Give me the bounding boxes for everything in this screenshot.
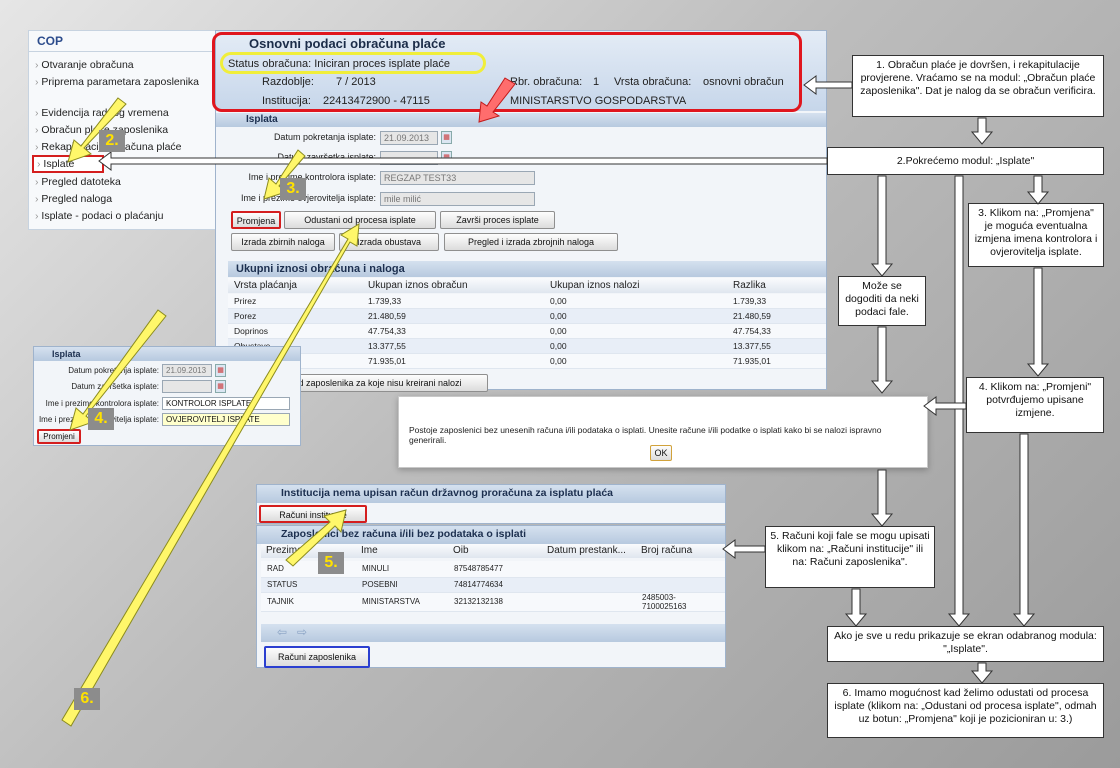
step-badge-3: 3. [280, 178, 306, 200]
zavrsi-button[interactable]: Završi proces isplate [440, 211, 555, 229]
column-header: Broj računa [641, 545, 693, 556]
arrow-5-ako [844, 588, 868, 627]
datum-zavrsetka-label: Datum završetka isplate: [277, 152, 376, 162]
small-isplata-header: Isplata [34, 347, 300, 361]
arrow-right-icon[interactable]: ⇨ [297, 625, 307, 639]
ukupni-table-header: Vrsta plaćanja Ukupan iznos obračun Ukup… [228, 278, 826, 293]
sidebar-item-pregled-datoteka[interactable]: › Pregled datoteka [35, 176, 121, 188]
small-kontrolor-label: Ime i prezime kontrolora isplate: [45, 399, 159, 408]
step-badge-5: 5. [318, 552, 344, 574]
note-step-3: 3. Klikom na: „Promjena" je moguća event… [968, 203, 1104, 267]
sidebar-title: COP [37, 34, 64, 48]
warning-dialog: Postoje zaposlenici bez unesenih računa … [398, 396, 928, 468]
datum-pokretanja-label: Datum pokretanja isplate: [273, 132, 376, 142]
step-badge-2: 2. [99, 130, 125, 152]
ok-button[interactable]: OK [650, 445, 672, 461]
pregled-zbrojnih-button[interactable]: Pregled i izrada zbrojnih naloga [444, 233, 618, 251]
sidebar-item-isplate-placanje[interactable]: › Isplate - podaci o plaćanju [35, 210, 163, 222]
sidebar-item-isplate[interactable]: › Isplate [32, 155, 104, 173]
table-row[interactable]: Obustave13.377,550,0013.377,55 [228, 338, 826, 354]
kontrolor-input[interactable]: REGZAP TEST33 [380, 171, 535, 185]
arrow-4-to-dialog [923, 396, 967, 416]
small-kontrolor-input[interactable]: KONTROLOR ISPLATE [162, 397, 290, 410]
racuni-zaposlenika-button[interactable]: Računi zaposlenika [264, 646, 370, 668]
column-header: Prezime [266, 545, 303, 556]
sidebar-item-priprema[interactable]: › Priprema parametara zaposlenika [35, 76, 210, 89]
zaposlenici-panel: Zaposlenici bez računa i/ili bez podatak… [256, 525, 726, 668]
racuni-institucije-button[interactable]: Računi institucije [259, 505, 367, 523]
calendar-icon[interactable]: ▦ [215, 364, 226, 377]
note-step-6: 6. Imamo mogućnost kad želimo odustati o… [827, 683, 1104, 738]
column-header: Razlika [733, 280, 766, 291]
dialog-message: Postoje zaposlenici bez unesenih računa … [409, 425, 882, 445]
note-step-4: 4. Klikom na: „Promjeni" potvrđujemo upi… [966, 377, 1104, 433]
promjeni-button[interactable]: Promjeni [37, 429, 81, 444]
small-datum-pokretanja-label: Datum pokretanja isplate: [68, 366, 159, 375]
isplata-section-header: Isplata [216, 113, 826, 127]
column-header: Vrsta plaćanja [234, 280, 297, 291]
highlight-yellow-status [220, 52, 486, 74]
calendar-icon[interactable]: ▦ [441, 131, 452, 144]
small-datum-pokretanja-input[interactable]: 21.09.2013 [162, 364, 212, 377]
note-step-1: 1. Obračun plaće je dovršen, i rekapitul… [852, 55, 1104, 117]
institucija-header: Institucija nema upisan račun državnog p… [257, 485, 725, 503]
datum-zavrsetka-input[interactable] [380, 151, 438, 165]
arrow-3-4 [1026, 267, 1050, 377]
datum-pokretanja-input[interactable]: 21.09.2013 [380, 131, 438, 145]
table-row[interactable]: TAJNIK MINISTARSTVA 32132132138 2485003-710… [261, 592, 725, 612]
table-row[interactable]: Doprinos 47.754,33 0,00 47.754,33 [228, 323, 826, 339]
calendar-icon[interactable]: ▦ [215, 380, 226, 393]
small-datum-zavrsetka-label: Datum završetka isplate: [71, 382, 159, 391]
zbirni-nalozi-button[interactable]: Izrada zbirnih naloga [231, 233, 335, 251]
column-header: Ukupan iznos obračun [368, 280, 468, 291]
arrow-4-ako [1012, 433, 1036, 627]
arrow-5-to-panel [722, 539, 766, 559]
sidebar-item-pregled-naloga[interactable]: › Pregled naloga [35, 193, 112, 205]
small-datum-zavrsetka-input[interactable] [162, 380, 212, 393]
sidebar-item-evidencija[interactable]: › Evidencija radnog vremena [35, 107, 169, 119]
column-header: Ime [361, 545, 378, 556]
note-step-2: 2.Pokrećemo modul: „Isplate" [827, 147, 1104, 175]
table-row[interactable]: Porez 21.480,59 0,00 21.480,59 [228, 308, 826, 324]
obustava-button[interactable]: Izrada obustava [339, 233, 439, 251]
ovjerovitelj-input[interactable]: mile milić [380, 192, 535, 206]
arrow-left-icon[interactable]: ⇦ [277, 625, 287, 639]
note-moze: Može se dogoditi da neki podaci fale. [838, 276, 926, 326]
pager-bar: ⇦ ⇨ [261, 624, 725, 642]
promjena-button[interactable]: Promjena [231, 211, 281, 229]
step-badge-4: 4. [88, 408, 114, 430]
calendar-icon[interactable]: ▦ [441, 151, 452, 164]
note-step-5: 5. Računi koji fale se mogu upisati klik… [765, 526, 935, 588]
small-ovjerovitelj-input[interactable]: OVJEROVITELJ ISPLATE [162, 413, 290, 426]
sidebar-item-otvaranje[interactable]: › Otvaranje obračuna [35, 59, 134, 71]
ukupni-section-header: Ukupni iznosi obračuna i naloga [228, 261, 826, 277]
column-header: Ukupan iznos nalozi [550, 280, 640, 291]
arrow-dialog-down [870, 469, 894, 527]
ukupni-table: Prirez 1.739,33 0,00 1.739,33 Porez 21.480,5… [228, 294, 826, 369]
zaposlenici-header: Zaposlenici bez računa i/ili bez podatak… [257, 526, 725, 544]
table-row[interactable]: Neto iznosi71.935,010,0071.935,01 [228, 353, 826, 369]
column-header: Datum prestank... [547, 545, 626, 556]
odustani-button[interactable]: Odustani od procesa isplate [284, 211, 436, 229]
table-row[interactable]: Prirez 1.739,33 0,00 1.739,33 [228, 294, 826, 309]
small-isplata-panel: Isplata Datum pokretanja isplate: 21.09.… [33, 346, 301, 446]
arrow-2-3 [1026, 175, 1050, 205]
column-header: Oib [453, 545, 469, 556]
note-ako: Ako je sve u redu prikazuje se ekran oda… [827, 626, 1104, 662]
table-row[interactable]: STATUS POSEBNI 74814774634 [261, 577, 725, 593]
arrow-moze-dialog [870, 326, 894, 394]
institucija-panel: Institucija nema upisan račun državnog p… [256, 484, 726, 524]
step-badge-6: 6. [74, 688, 100, 710]
arrow-ako-6 [970, 662, 994, 684]
arrow-2-moze [870, 175, 894, 277]
arrow-1-2 [970, 117, 994, 145]
